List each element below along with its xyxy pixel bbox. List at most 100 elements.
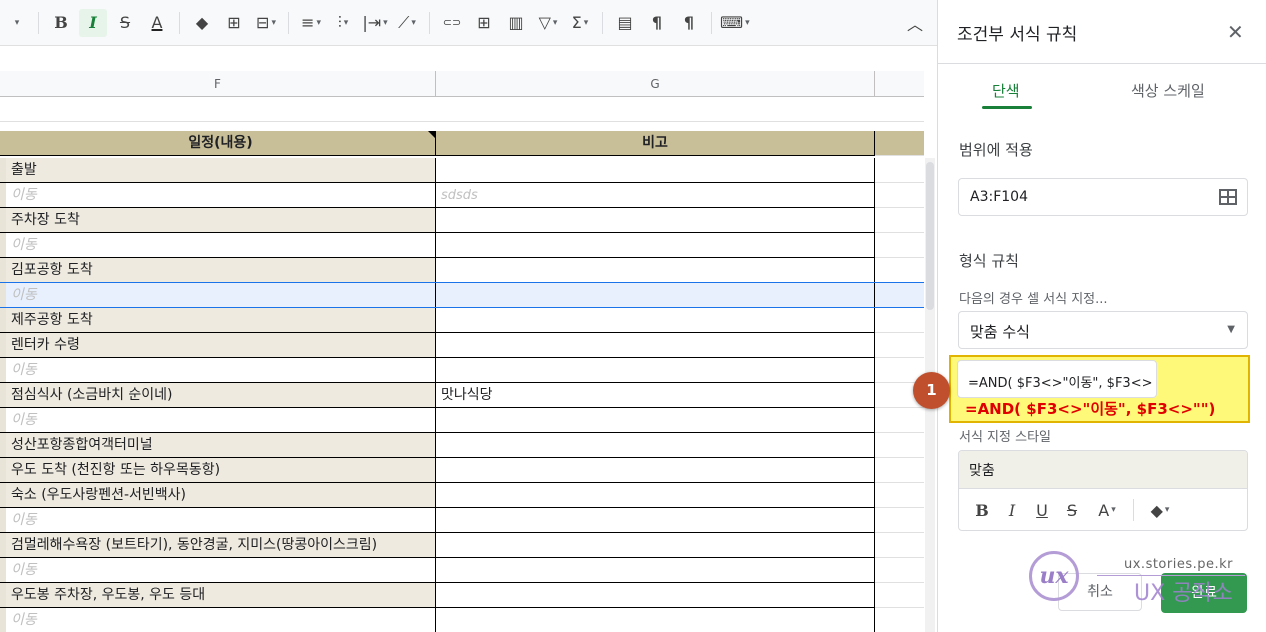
cell-schedule[interactable]: 이동 [6, 358, 436, 383]
text-rotation-icon[interactable]: ⟋ ▾ [393, 9, 421, 37]
condition-select[interactable]: 맞춤 수식 ▼ [958, 311, 1248, 349]
cell-schedule[interactable]: 이동 [6, 608, 436, 632]
cell-note[interactable] [436, 433, 875, 458]
cell-empty[interactable] [875, 408, 924, 433]
fill-color-icon[interactable]: ◆ ▾ [1140, 496, 1180, 524]
strikethrough-icon[interactable]: S [1057, 496, 1087, 524]
cell-schedule[interactable]: 우도봉 주차장, 우도봉, 우도 등대 [6, 583, 436, 608]
filter-icon[interactable]: ▽ ▾ [534, 9, 562, 37]
italic-icon[interactable]: I [997, 496, 1027, 524]
italic-icon[interactable]: I [79, 8, 107, 37]
cell-note[interactable]: sdsds [436, 183, 875, 208]
functions-icon[interactable]: Σ ▾ [566, 9, 594, 37]
cell-empty[interactable] [875, 483, 924, 508]
cell-note[interactable] [436, 508, 875, 533]
cell-empty[interactable] [875, 458, 924, 483]
cell-empty[interactable] [875, 333, 924, 358]
text-color-icon[interactable]: A ▾ [1087, 496, 1127, 524]
cell-schedule[interactable]: 이동 [6, 183, 436, 208]
cell-schedule[interactable]: 이동 [6, 558, 436, 583]
insert-chart-icon[interactable]: ▥ [502, 9, 530, 37]
cell-note[interactable] [436, 483, 875, 508]
rtl-icon[interactable]: ¶ [675, 9, 703, 37]
cell-schedule[interactable]: 제주공항 도착 [6, 308, 436, 333]
cell-empty[interactable] [875, 283, 924, 308]
cell-schedule[interactable]: 숙소 (우도사랑펜션-서빈백사) [6, 483, 436, 508]
cell-note[interactable] [436, 158, 875, 183]
column-header-h[interactable] [875, 71, 924, 97]
insert-comment-icon[interactable]: ⊞ [470, 9, 498, 37]
cell-schedule[interactable]: 이동 [6, 283, 436, 308]
bold-icon[interactable]: B [47, 9, 75, 37]
cell-note[interactable] [436, 408, 875, 433]
cell-note[interactable] [436, 283, 875, 308]
underline-icon[interactable]: U [1027, 496, 1057, 524]
header-cell-schedule[interactable]: 일정(내용) [6, 131, 436, 156]
range-input[interactable]: A3:F104 [958, 178, 1248, 216]
blank-row[interactable] [0, 97, 924, 122]
cell-schedule[interactable]: 성산포항종합여객터미널 [6, 433, 436, 458]
cell-empty[interactable] [875, 233, 924, 258]
style-preview[interactable]: 맞춤 [959, 451, 1247, 489]
cell-note[interactable] [436, 608, 875, 632]
cell-note[interactable] [436, 458, 875, 483]
borders-icon[interactable]: ⊞ [220, 9, 248, 37]
cell-empty[interactable] [875, 158, 924, 183]
cell-note[interactable] [436, 208, 875, 233]
cell-note[interactable] [436, 558, 875, 583]
cell-empty[interactable] [875, 608, 924, 632]
text-wrap-icon[interactable]: |⇥ ▾ [361, 9, 389, 37]
strikethrough-icon[interactable]: S [111, 9, 139, 37]
ltr-icon[interactable]: ¶ [643, 9, 671, 37]
column-header-g[interactable]: G [436, 71, 875, 97]
cell-empty[interactable] [875, 533, 924, 558]
cell-note[interactable] [436, 358, 875, 383]
close-icon[interactable]: ✕ [1227, 22, 1244, 42]
cell-schedule[interactable]: 렌터카 수령 [6, 333, 436, 358]
cell-schedule[interactable]: 우도 도착 (천진항 또는 하우목동항) [6, 458, 436, 483]
cell-note[interactable]: 맛나식당 [436, 383, 875, 408]
cell-empty[interactable] [875, 208, 924, 233]
bold-icon[interactable]: B [967, 496, 997, 524]
cell-empty[interactable] [875, 433, 924, 458]
more-options-caret-icon[interactable]: ▾ [2, 9, 30, 37]
cell-schedule[interactable]: 출발 [6, 158, 436, 183]
text-color-icon[interactable]: A [143, 9, 171, 37]
cell-schedule[interactable]: 김포공항 도착 [6, 258, 436, 283]
cell-schedule[interactable]: 이동 [6, 508, 436, 533]
cell-schedule[interactable]: 이동 [6, 233, 436, 258]
formula-input[interactable]: =AND( $F3<>"이동", $F3<>"") [957, 360, 1157, 398]
vertical-align-icon[interactable]: ⫶ ▾ [329, 9, 357, 37]
fill-color-icon[interactable]: ◆ [188, 9, 216, 37]
cell-note[interactable] [436, 533, 875, 558]
horizontal-align-icon[interactable]: ≡ ▾ [297, 9, 325, 37]
cell-schedule[interactable]: 이동 [6, 408, 436, 433]
cell-schedule[interactable]: 점심식사 (소금바치 순이네) [6, 383, 436, 408]
cell-empty[interactable] [875, 508, 924, 533]
cell-note[interactable] [436, 233, 875, 258]
cell-schedule[interactable]: 주차장 도착 [6, 208, 436, 233]
cell-note[interactable] [436, 583, 875, 608]
tab-single-color[interactable]: 단색 [992, 80, 1020, 101]
text-color-glyph: A [1098, 500, 1110, 520]
cell-empty[interactable] [875, 558, 924, 583]
cell-empty[interactable] [875, 583, 924, 608]
merge-cells-icon[interactable]: ⊟ ▾ [252, 9, 280, 37]
cell-empty[interactable] [875, 183, 924, 208]
tab-color-scale[interactable]: 색상 스케일 [1131, 80, 1205, 101]
cell-schedule[interactable]: 검멀레해수욕장 (보트타기), 동안경굴, 지미스(땅콩아이스크림) [6, 533, 436, 558]
cell-empty[interactable] [875, 308, 924, 333]
select-range-icon[interactable] [1219, 189, 1237, 205]
input-tools-icon[interactable]: ⌨ ▾ [720, 9, 750, 37]
scrollbar-thumb[interactable] [926, 162, 934, 310]
cell-note[interactable] [436, 258, 875, 283]
freeze-icon[interactable]: ▤ [611, 9, 639, 37]
cell-note[interactable] [436, 333, 875, 358]
column-header-f[interactable]: F [0, 71, 436, 97]
header-cell-note[interactable]: 비고 [436, 131, 875, 156]
cell-note[interactable] [436, 308, 875, 333]
cell-empty[interactable] [875, 258, 924, 283]
insert-link-icon[interactable]: ⊂⊃ [438, 9, 466, 37]
collapse-toolbar-icon[interactable]: ︿ [901, 9, 929, 37]
header-cell-empty[interactable] [875, 131, 924, 156]
